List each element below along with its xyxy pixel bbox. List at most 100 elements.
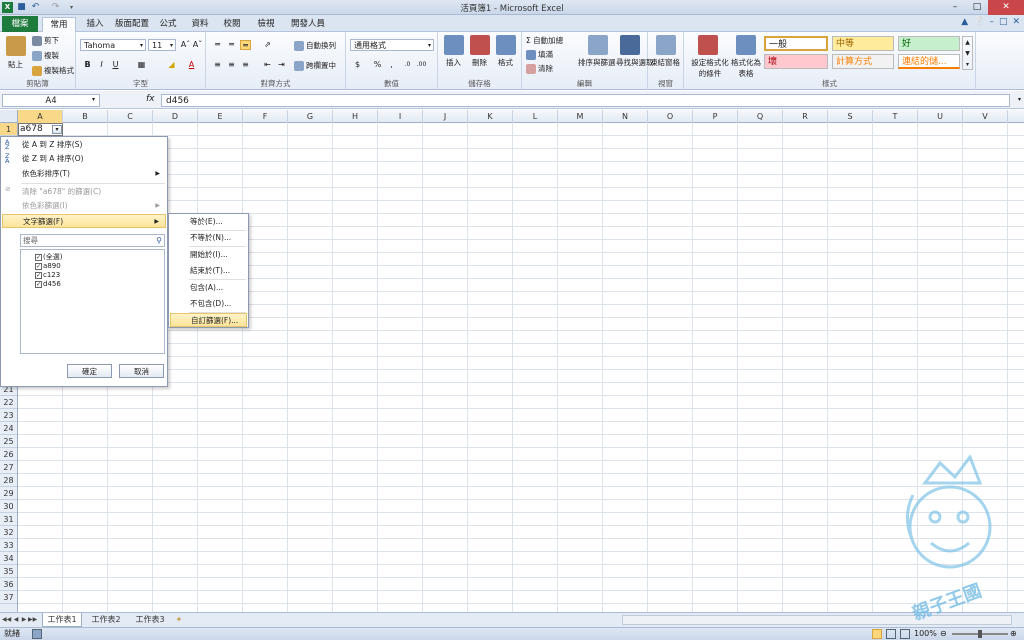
list-item[interactable]: ✓ a890: [35, 262, 61, 271]
workbook-minimize-icon[interactable]: –: [989, 17, 994, 27]
column-header[interactable]: M: [558, 110, 603, 123]
number-format-combo[interactable]: 通用格式 ▾: [350, 39, 434, 51]
tab-developer[interactable]: 開發人員: [286, 17, 330, 32]
row-header[interactable]: 31: [0, 513, 17, 526]
clear-button[interactable]: 清除: [526, 63, 553, 74]
macro-record-icon[interactable]: [32, 629, 42, 639]
ok-button[interactable]: 確定: [67, 364, 112, 378]
row-header[interactable]: 35: [0, 565, 17, 578]
normal-view-icon[interactable]: [872, 629, 882, 639]
next-sheet-icon[interactable]: ▶: [20, 615, 28, 625]
delete-cells-icon[interactable]: [470, 35, 490, 55]
submenu-contains[interactable]: 包含(A)...: [170, 281, 247, 295]
zoom-out-icon[interactable]: ⊖: [940, 628, 947, 640]
format-cells-button[interactable]: 格式: [498, 57, 513, 68]
comma-icon[interactable]: ,: [386, 60, 397, 70]
row-header[interactable]: 23: [0, 409, 17, 422]
fx-icon[interactable]: fx: [146, 94, 155, 104]
insert-cells-button[interactable]: 插入: [446, 57, 461, 68]
zoom-slider-thumb[interactable]: [978, 630, 982, 638]
delete-cells-button[interactable]: 刪除: [472, 57, 487, 68]
align-right-icon[interactable]: ≡: [240, 60, 251, 70]
last-sheet-icon[interactable]: ▶▶: [28, 615, 37, 625]
select-all-corner[interactable]: [0, 110, 18, 123]
paste-button[interactable]: 貼上: [8, 59, 23, 70]
tab-file[interactable]: 檔案: [2, 16, 38, 32]
style-good[interactable]: 好: [898, 36, 960, 51]
fill-button[interactable]: 填滿: [526, 49, 553, 60]
bold-icon[interactable]: B: [82, 60, 93, 70]
sort-filter-button[interactable]: 排序與篩選: [578, 57, 616, 68]
tab-formulas[interactable]: 公式: [152, 17, 184, 32]
filter-search-input[interactable]: 搜尋 ⚲: [20, 234, 165, 247]
column-header[interactable]: A: [18, 110, 63, 123]
column-header[interactable]: L: [513, 110, 558, 123]
sheet-tab-2[interactable]: 工作表2: [86, 613, 126, 627]
ribbon-collapse-icon[interactable]: ▲: [961, 17, 968, 27]
tab-insert[interactable]: 插入: [78, 17, 112, 32]
column-header[interactable]: S: [828, 110, 873, 123]
list-item-select-all[interactable]: ✓ (全選): [35, 253, 62, 262]
page-break-view-icon[interactable]: [900, 629, 910, 639]
column-header[interactable]: U: [918, 110, 963, 123]
align-bottom-icon[interactable]: ═: [240, 40, 251, 50]
cell-grid[interactable]: [18, 123, 1024, 612]
submenu-not-contains[interactable]: 不包含(D)...: [170, 297, 247, 311]
menu-sort-za[interactable]: ZA從 Z 到 A 排序(O): [2, 152, 166, 166]
row-header[interactable]: 25: [0, 435, 17, 448]
row-header[interactable]: 1: [0, 123, 17, 136]
column-header[interactable]: C: [108, 110, 153, 123]
column-header[interactable]: D: [153, 110, 198, 123]
indent-decrease-icon[interactable]: ⇤: [262, 60, 273, 70]
filter-dropdown-button[interactable]: ▾: [52, 125, 62, 134]
row-header[interactable]: 24: [0, 422, 17, 435]
workbook-close-icon[interactable]: ✕: [1012, 17, 1020, 27]
column-header[interactable]: O: [648, 110, 693, 123]
menu-sort-color[interactable]: 依色彩排序(T) ▶: [2, 167, 166, 181]
column-header[interactable]: E: [198, 110, 243, 123]
prev-sheet-icon[interactable]: ◀: [12, 615, 20, 625]
indent-increase-icon[interactable]: ⇥: [276, 60, 287, 70]
column-header[interactable]: I: [378, 110, 423, 123]
align-left-icon[interactable]: ≡: [212, 60, 223, 70]
font-size-combo[interactable]: 11 ▾: [148, 39, 176, 51]
style-normal[interactable]: 一般: [764, 36, 828, 51]
column-header[interactable]: V: [963, 110, 1008, 123]
freeze-panes-button[interactable]: 凍結窗格: [650, 57, 680, 68]
format-as-table-button[interactable]: 格式化為表格: [728, 57, 764, 79]
help-icon[interactable]: ❔: [973, 17, 984, 27]
autosum-button[interactable]: Σ 自動加總: [526, 35, 563, 46]
merge-center-button[interactable]: 跨欄置中: [294, 60, 336, 71]
column-header[interactable]: G: [288, 110, 333, 123]
submenu-equals[interactable]: 等於(E)...: [170, 215, 247, 229]
style-calculation[interactable]: 計算方式: [832, 54, 894, 69]
find-select-icon[interactable]: [620, 35, 640, 55]
freeze-panes-icon[interactable]: [656, 35, 676, 55]
tab-page-layout[interactable]: 版面配置: [112, 17, 152, 32]
cancel-button[interactable]: 取消: [119, 364, 164, 378]
paste-icon[interactable]: [6, 36, 26, 56]
workbook-restore-icon[interactable]: □: [999, 17, 1008, 27]
orientation-icon[interactable]: ⇗: [262, 40, 273, 50]
column-header[interactable]: B: [63, 110, 108, 123]
style-linked-cell[interactable]: 連結的儲...: [898, 54, 960, 69]
italic-icon[interactable]: I: [96, 60, 107, 70]
tab-view[interactable]: 檢視: [250, 17, 282, 32]
row-header[interactable]: 29: [0, 487, 17, 500]
increase-decimal-icon[interactable]: .0: [402, 60, 413, 70]
format-as-table-icon[interactable]: [736, 35, 756, 55]
column-header[interactable]: J: [423, 110, 468, 123]
align-center-icon[interactable]: ≡: [226, 60, 237, 70]
wrap-text-button[interactable]: 自動換列: [294, 40, 336, 51]
format-painter-button[interactable]: 複製格式: [32, 65, 74, 76]
insert-sheet-icon[interactable]: ✦: [172, 613, 186, 627]
submenu-ends-with[interactable]: 結束於(T)...: [170, 264, 247, 278]
row-header[interactable]: 22: [0, 396, 17, 409]
column-header[interactable]: P: [693, 110, 738, 123]
row-header[interactable]: 36: [0, 578, 17, 591]
copy-button[interactable]: 複製: [32, 50, 59, 61]
list-item[interactable]: ✓ c123: [35, 271, 60, 280]
insert-cells-icon[interactable]: [444, 35, 464, 55]
row-header[interactable]: 27: [0, 461, 17, 474]
currency-icon[interactable]: $: [352, 60, 363, 70]
